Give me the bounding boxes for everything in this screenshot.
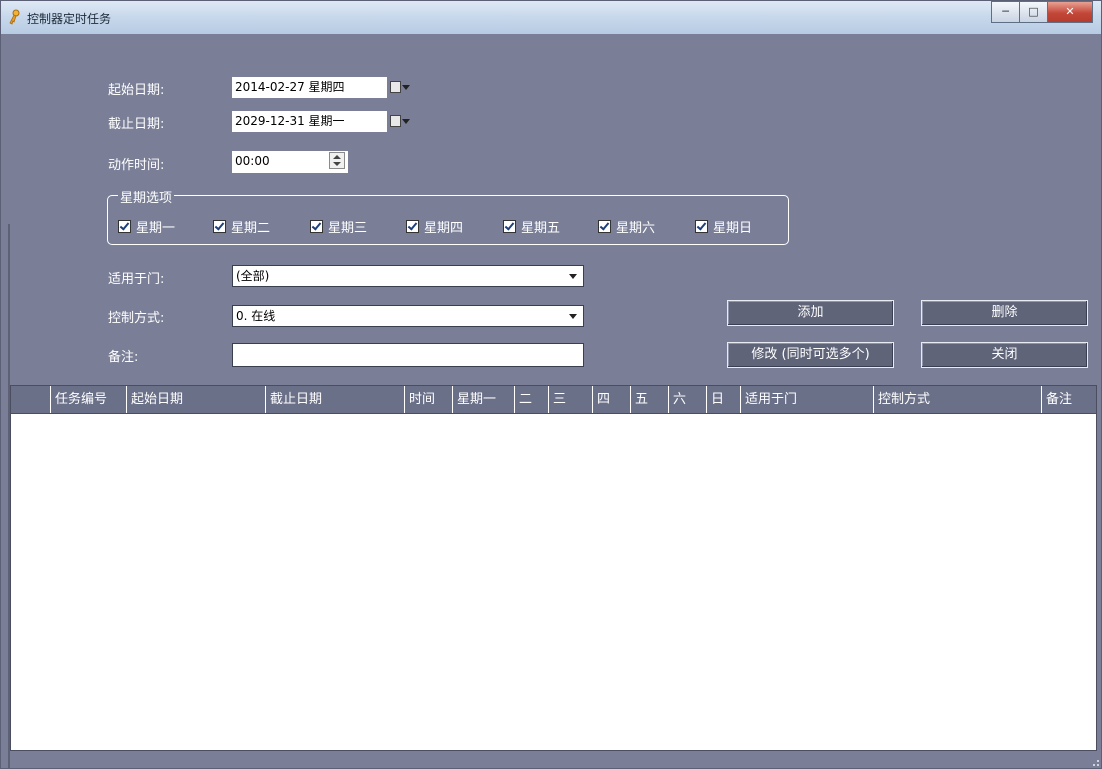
add-button[interactable]: 添加: [727, 300, 894, 326]
main-window: 控制器定时任务 ─ □ ✕ 起始日期: 2014-02-27 星期四 截止日期:…: [0, 0, 1102, 769]
start-date-field[interactable]: 2014-02-27 星期四: [232, 77, 387, 98]
column-header[interactable]: 起始日期: [126, 386, 265, 413]
door-select[interactable]: (全部): [232, 265, 584, 287]
spinner-icon[interactable]: [329, 152, 345, 169]
end-date-picker-button[interactable]: [388, 111, 416, 131]
calendar-icon: [390, 115, 401, 127]
weekday-group: 星期选项 星期一 星期二 星期三 星期四 星期五 星期六 星期日: [107, 187, 789, 245]
start-date-picker-button[interactable]: [388, 77, 416, 97]
column-header[interactable]: 二: [514, 386, 548, 413]
checkbox-label: 星期四: [424, 221, 464, 236]
checkbox-icon: [406, 220, 419, 233]
door-value: (全部): [236, 269, 270, 283]
checkbox-icon: [118, 220, 131, 233]
column-header[interactable]: 三: [548, 386, 592, 413]
checkbox-icon: [695, 220, 708, 233]
checkbox-label: 星期六: [616, 221, 656, 236]
control-label: 控制方式:: [108, 311, 165, 326]
column-header[interactable]: 五: [630, 386, 668, 413]
chevron-down-icon: [402, 85, 410, 90]
end-date-label: 截止日期:: [108, 117, 165, 132]
column-header[interactable]: 控制方式: [873, 386, 1041, 413]
title-bar: 控制器定时任务 ─ □ ✕: [1, 1, 1101, 34]
checkbox-sun[interactable]: 星期日: [695, 217, 752, 236]
checkbox-fri[interactable]: 星期五: [503, 217, 560, 236]
chevron-down-icon: [402, 119, 410, 124]
checkbox-tue[interactable]: 星期二: [213, 217, 270, 236]
checkbox-icon: [213, 220, 226, 233]
column-header[interactable]: 任务编号: [50, 386, 126, 413]
checkbox-label: 星期二: [231, 221, 271, 236]
column-header[interactable]: 四: [592, 386, 630, 413]
column-header[interactable]: 星期一: [452, 386, 514, 413]
table-header: 任务编号 起始日期 截止日期 时间 星期一 二 三 四 五 六 日 适用于门 控…: [11, 386, 1096, 414]
delete-button[interactable]: 删除: [921, 300, 1088, 326]
chevron-down-icon: [569, 274, 577, 279]
note-input[interactable]: [232, 343, 584, 367]
column-header[interactable]: 截止日期: [265, 386, 404, 413]
start-date-label: 起始日期:: [108, 83, 165, 98]
column-header[interactable]: 六: [668, 386, 706, 413]
time-value: 00:00: [235, 154, 270, 168]
chevron-down-icon: [569, 314, 577, 319]
checkbox-thu[interactable]: 星期四: [406, 217, 463, 236]
checkbox-label: 星期五: [521, 221, 561, 236]
checkbox-label: 星期日: [713, 221, 753, 236]
table-body: [11, 414, 1096, 750]
checkbox-label: 星期三: [328, 221, 368, 236]
time-label: 动作时间:: [108, 158, 165, 173]
checkbox-wed[interactable]: 星期三: [310, 217, 367, 236]
key-icon: [9, 9, 20, 25]
column-header[interactable]: 时间: [404, 386, 452, 413]
close-button[interactable]: 关闭: [921, 342, 1088, 368]
control-select[interactable]: 0. 在线: [232, 305, 584, 327]
calendar-icon: [390, 81, 401, 93]
column-header[interactable]: 适用于门: [740, 386, 873, 413]
note-label: 备注:: [108, 350, 139, 365]
resize-grip-icon[interactable]: [1093, 760, 1099, 766]
weekday-group-label: 星期选项: [118, 187, 175, 206]
modify-button[interactable]: 修改 (同时可选多个): [727, 342, 894, 368]
checkbox-icon: [503, 220, 516, 233]
checkbox-sat[interactable]: 星期六: [598, 217, 655, 236]
time-field[interactable]: 00:00: [232, 151, 348, 173]
checkbox-label: 星期一: [136, 221, 176, 236]
column-header[interactable]: 备注: [1041, 386, 1096, 413]
task-table[interactable]: 任务编号 起始日期 截止日期 时间 星期一 二 三 四 五 六 日 适用于门 控…: [10, 385, 1097, 751]
minimize-button[interactable]: ─: [991, 1, 1020, 23]
client-area: 起始日期: 2014-02-27 星期四 截止日期: 2029-12-31 星期…: [1, 34, 1101, 769]
close-window-button[interactable]: ✕: [1047, 1, 1093, 23]
end-date-field[interactable]: 2029-12-31 星期一: [232, 111, 387, 132]
window-controls: ─ □ ✕: [991, 1, 1093, 23]
column-header[interactable]: 日: [706, 386, 740, 413]
checkbox-icon: [598, 220, 611, 233]
window-title: 控制器定时任务: [27, 12, 112, 26]
column-header-selector[interactable]: [11, 386, 50, 413]
checkbox-mon[interactable]: 星期一: [118, 217, 175, 236]
door-label: 适用于门:: [108, 272, 165, 287]
checkbox-icon: [310, 220, 323, 233]
control-value: 0. 在线: [236, 309, 276, 323]
maximize-button[interactable]: □: [1019, 1, 1048, 23]
